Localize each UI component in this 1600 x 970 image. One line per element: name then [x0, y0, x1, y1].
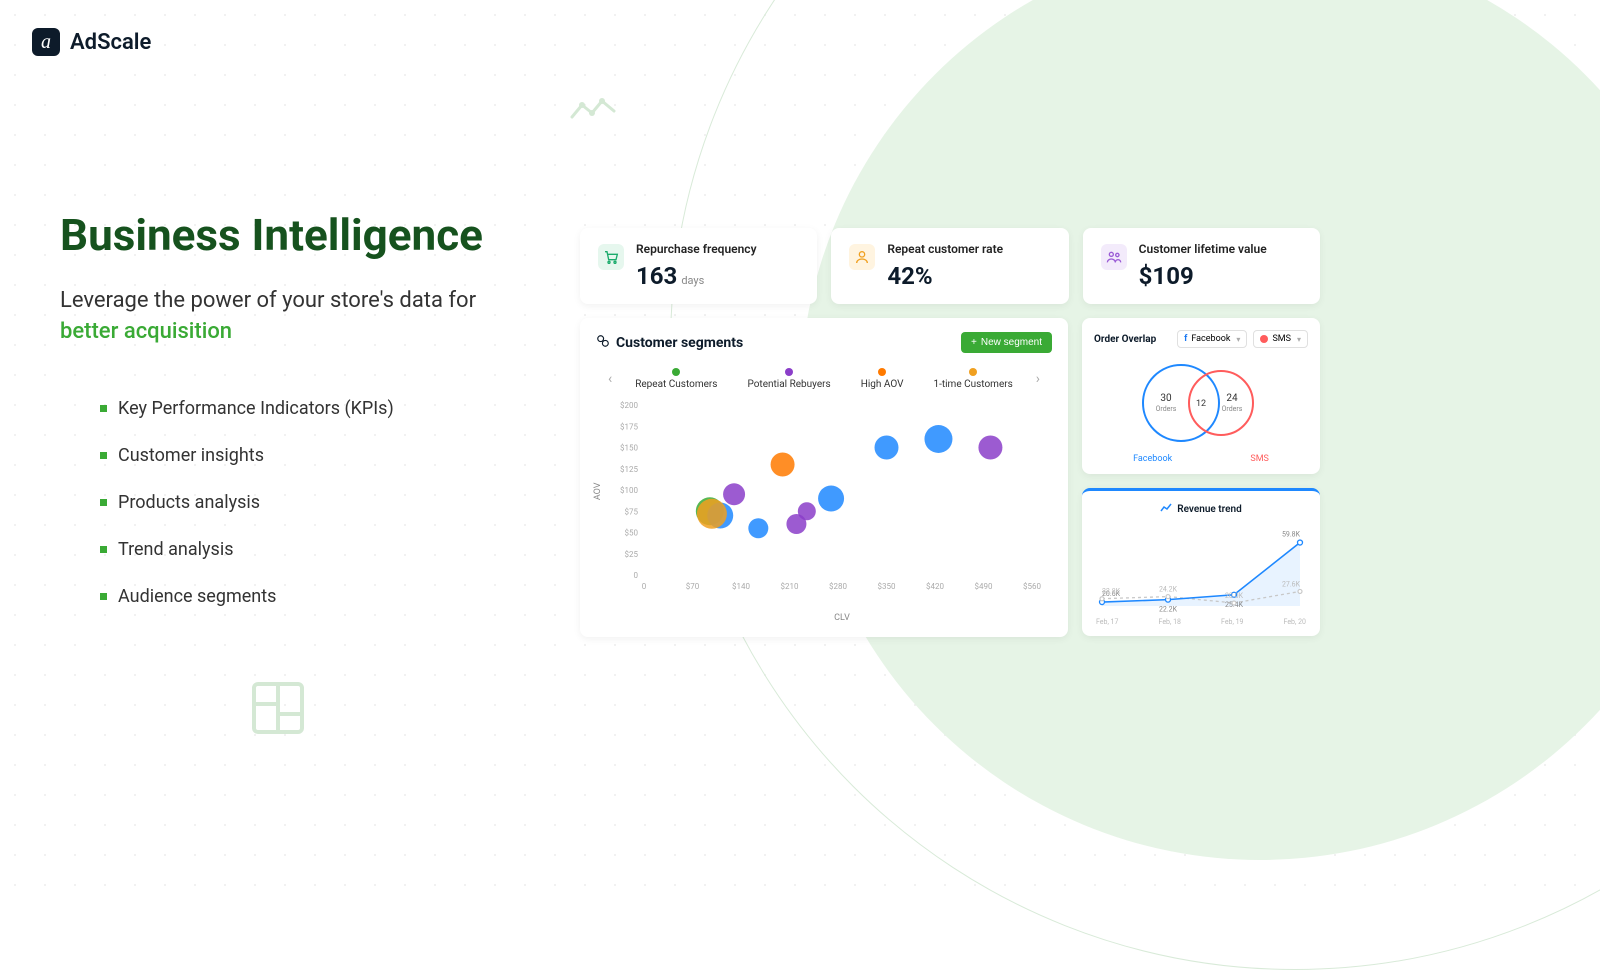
- scatter-chart: 0 $25 $50 $75 $100 $125 $150 $175 $200 0 $70 $140 $2…: [602, 399, 1042, 599]
- subtitle-highlight: better acquisition: [60, 319, 232, 344]
- venn-diagram: 30 Orders 12 24 Orders: [1126, 358, 1276, 448]
- svg-text:22.8K: 22.8K: [1102, 588, 1121, 596]
- svg-text:$50: $50: [625, 529, 639, 538]
- new-segment-button[interactable]: + New segment: [961, 332, 1052, 353]
- facebook-icon: f: [1184, 334, 1187, 344]
- feature-item: Audience segments: [60, 586, 540, 607]
- svg-text:$140: $140: [732, 582, 750, 591]
- venn-label-a: Facebook: [1133, 454, 1172, 464]
- kpi-card-repurchase-frequency[interactable]: Repurchase frequency 163 days: [580, 228, 817, 304]
- svg-text:$175: $175: [620, 422, 638, 431]
- feature-item: Trend analysis: [60, 539, 540, 560]
- x-axis-label: CLV: [632, 613, 1052, 623]
- kpi-label: Repeat customer rate: [887, 242, 1003, 256]
- svg-text:$200: $200: [620, 401, 638, 410]
- svg-text:24.2K: 24.2K: [1159, 586, 1178, 594]
- svg-text:$100: $100: [620, 486, 638, 495]
- person-pair-icon: [1101, 244, 1127, 270]
- svg-text:Orders: Orders: [1222, 405, 1243, 413]
- order-overlap-card: Order Overlap f Facebook ▾ SMS ▾: [1082, 318, 1320, 474]
- svg-text:$150: $150: [620, 444, 638, 453]
- kpi-value: $109: [1139, 262, 1267, 290]
- overlap-title: Order Overlap: [1094, 334, 1156, 345]
- svg-text:12: 12: [1196, 399, 1206, 409]
- page-subtitle: Leverage the power of your store's data …: [60, 285, 540, 349]
- trend-chart: 20.6K22.2K25.4K59.8K22.8K24.2K20.0K27.6K: [1094, 524, 1308, 614]
- feature-item: Customer insights: [60, 445, 540, 466]
- revenue-trend-card: Revenue trend 20.6K22.2K25.4K59.8K22.8K2…: [1082, 488, 1320, 636]
- segments-title: Customer segments: [596, 334, 743, 352]
- segments-title-text: Customer segments: [616, 335, 743, 351]
- svg-text:$70: $70: [686, 582, 700, 591]
- chevron-down-icon: ▾: [1297, 335, 1301, 344]
- svg-text:$420: $420: [926, 582, 944, 591]
- trend-icon: [1160, 503, 1172, 516]
- svg-text:$25: $25: [625, 550, 639, 559]
- cart-icon: [598, 244, 624, 270]
- kpi-card-repeat-customer-rate[interactable]: Repeat customer rate 42%: [831, 228, 1068, 304]
- legend-item[interactable]: High AOV: [861, 368, 904, 390]
- chart-line-icon: [570, 95, 618, 129]
- svg-text:$75: $75: [625, 507, 639, 516]
- kpi-label: Customer lifetime value: [1139, 242, 1267, 256]
- plus-icon: +: [971, 337, 977, 348]
- feature-list: Key Performance Indicators (KPIs) Custom…: [60, 398, 540, 607]
- logo-badge: a: [32, 28, 60, 56]
- feature-item: Products analysis: [60, 492, 540, 513]
- svg-text:$210: $210: [781, 582, 799, 591]
- svg-text:$280: $280: [829, 582, 847, 591]
- subtitle-prefix: Leverage the power of your store's data …: [60, 288, 476, 313]
- svg-text:24: 24: [1226, 393, 1238, 404]
- legend-item[interactable]: Potential Rebuyers: [747, 368, 830, 390]
- sms-icon: [1260, 335, 1268, 343]
- svg-text:$490: $490: [975, 582, 993, 591]
- kpi-card-customer-lifetime-value[interactable]: Customer lifetime value $109: [1083, 228, 1320, 304]
- new-segment-label: New segment: [981, 337, 1042, 348]
- legend-item[interactable]: 1-time Customers: [933, 368, 1012, 390]
- customer-segments-card: Customer segments + New segment ‹ Repeat…: [580, 318, 1068, 637]
- svg-text:Orders: Orders: [1156, 405, 1177, 413]
- legend-prev-button[interactable]: ‹: [604, 367, 616, 391]
- legend-next-button[interactable]: ›: [1032, 367, 1044, 391]
- svg-text:22.2K: 22.2K: [1159, 606, 1178, 614]
- venn-label-b: SMS: [1250, 454, 1269, 464]
- kpi-unit: days: [681, 274, 704, 287]
- dashboard-preview: Repurchase frequency 163 days Repeat cust…: [580, 228, 1320, 637]
- grid-icon: [250, 680, 306, 740]
- legend-item[interactable]: Repeat Customers: [635, 368, 717, 390]
- person-icon: [849, 244, 875, 270]
- trend-x-labels: Feb, 17 Feb, 18 Feb, 19 Feb, 20: [1094, 618, 1308, 626]
- page-title: Business Intelligence: [60, 210, 540, 261]
- kpi-label: Repurchase frequency: [636, 242, 757, 256]
- svg-text:30: 30: [1160, 393, 1172, 404]
- svg-text:59.8K: 59.8K: [1282, 531, 1301, 539]
- kpi-value: 42%: [887, 262, 1003, 290]
- overlap-filter-b[interactable]: SMS ▾: [1253, 330, 1308, 348]
- y-axis-label: AOV: [593, 483, 603, 501]
- svg-text:$125: $125: [620, 465, 638, 474]
- svg-text:$350: $350: [878, 582, 896, 591]
- overlap-filter-a[interactable]: f Facebook ▾: [1177, 330, 1247, 348]
- logo-text: AdScale: [70, 30, 151, 55]
- chevron-down-icon: ▾: [1236, 335, 1240, 344]
- logo: a AdScale: [32, 28, 151, 56]
- feature-item: Key Performance Indicators (KPIs): [60, 398, 540, 419]
- svg-text:27.6K: 27.6K: [1282, 580, 1301, 588]
- svg-text:0: 0: [642, 582, 647, 591]
- svg-text:0: 0: [634, 571, 639, 580]
- kpi-value: 163: [636, 262, 677, 290]
- segments-icon: [596, 334, 610, 352]
- trend-title-text: Revenue trend: [1177, 504, 1242, 515]
- svg-text:20.0K: 20.0K: [1225, 592, 1244, 600]
- svg-text:$560: $560: [1023, 582, 1041, 591]
